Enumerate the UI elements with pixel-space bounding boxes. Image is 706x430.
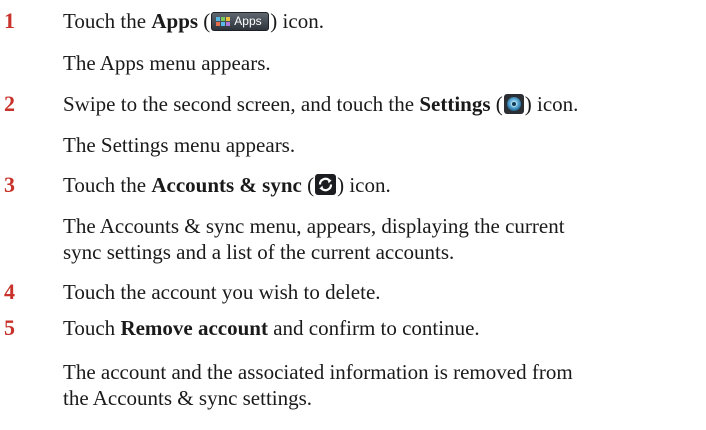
instruction-list: 1 Touch the Apps (Apps) icon. The Apps m…: [0, 0, 706, 430]
result-text: The Accounts & sync menu, appears, displ…: [63, 214, 565, 238]
result-text: The account and the associated informati…: [63, 360, 573, 384]
apps-icon: Apps: [211, 12, 270, 31]
sync-icon: [315, 174, 337, 195]
result-text: The Apps menu appears.: [63, 51, 271, 75]
instruction-text: (: [301, 173, 315, 197]
instruction-text: ) icon.: [270, 9, 324, 33]
ui-element-name: Apps: [151, 9, 199, 33]
step-result: The Settings menu appears.: [63, 132, 683, 158]
step-number: 4: [4, 279, 15, 304]
instruction-text: (: [198, 9, 211, 33]
settings-icon: [503, 94, 524, 114]
instruction-text: (: [490, 92, 503, 116]
step-number: 2: [4, 91, 15, 116]
instruction-text: ) icon.: [337, 173, 391, 197]
instruction-text: Touch the: [63, 9, 152, 33]
step-instruction: Touch the Accounts & sync ( ) icon.: [63, 172, 391, 198]
result-text: sync settings and a list of the current …: [63, 240, 455, 264]
step-number: 1: [4, 8, 15, 33]
result-text: The Settings menu appears.: [63, 133, 296, 157]
instruction-text: and confirm to continue.: [267, 316, 480, 340]
step-result: The Apps menu appears.: [63, 50, 683, 76]
instruction-text: Touch: [63, 316, 121, 340]
step-number: 5: [4, 315, 15, 340]
step-instruction: Touch the account you wish to delete.: [63, 279, 381, 305]
ui-element-name: Accounts & sync: [151, 173, 302, 197]
instruction-text: Touch the: [63, 173, 152, 197]
instruction-text: Touch the account you wish to delete.: [63, 280, 381, 304]
step-instruction: Swipe to the second screen, and touch th…: [63, 91, 578, 117]
step-instruction: Touch the Apps (Apps) icon.: [63, 8, 324, 34]
step-result: The Accounts & sync menu, appears, displ…: [63, 213, 683, 265]
ui-element-name: Remove account: [120, 316, 268, 340]
step-result: The account and the associated informati…: [63, 359, 683, 411]
result-text: the Accounts & sync settings.: [63, 386, 313, 410]
instruction-text: Swipe to the second screen, and touch th…: [63, 92, 420, 116]
step-instruction: Touch Remove account and confirm to cont…: [63, 315, 480, 341]
ui-element-name: Settings: [419, 92, 491, 116]
step-number: 3: [4, 172, 15, 197]
instruction-text: ) icon.: [524, 92, 579, 116]
apps-icon-label: Apps: [234, 14, 262, 28]
